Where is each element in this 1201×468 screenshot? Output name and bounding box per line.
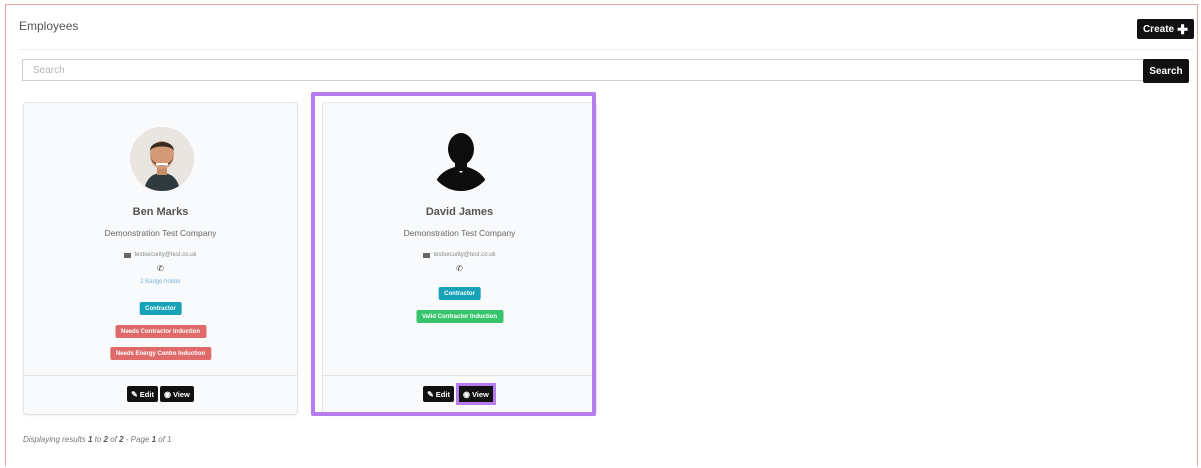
avatar [130,127,194,191]
view-button-label: View [471,389,489,399]
results-total: 2 [119,435,124,444]
edit-button[interactable]: ✎ Edit [127,386,158,402]
card-divider [24,375,297,376]
pagination-summary: Displaying results 1 to 2 of 2 - Page 1 … [23,435,172,444]
edit-button[interactable]: ✎ Edit [423,386,454,402]
employee-card: Ben Marks Demonstration Test Company tes… [23,102,298,415]
avatar-photo-icon [130,127,194,191]
view-button[interactable]: ◉ View [458,386,493,402]
email-row: testsecurity@test.co.uk [323,252,596,258]
envelope-icon [423,252,431,258]
results-page: 1 [151,435,157,444]
edit-button-label: Edit [435,389,450,399]
employee-company: Demonstration Test Company [104,228,217,238]
status-badge: Valid Contractor Induction [415,310,504,323]
status-badge: Needs Energy Centre Induction [109,347,212,360]
email-row: testsecurity@test.co.uk [24,252,297,258]
edit-icon: ✎ [427,389,434,399]
employee-email[interactable]: testsecurity@test.co.uk [433,252,495,258]
results-prefix: Displaying results [23,435,86,444]
status-badge: Needs Contractor Induction [114,325,207,338]
header-divider [19,49,1193,50]
eye-icon: ◉ [462,389,470,399]
user-silhouette-icon [433,133,489,191]
view-button-label: View [172,389,190,399]
results-to: 2 [103,435,108,444]
search-input[interactable] [22,59,1144,81]
status-badge: Contractor [139,302,182,315]
view-button-highlight: ◉ View [455,383,496,405]
search-button[interactable]: Search [1143,59,1189,83]
edit-button-label: Edit [139,389,154,399]
create-button[interactable]: Create ✚ [1136,19,1194,39]
avatar [429,127,493,191]
employee-name: Ben Marks [132,206,189,218]
employee-name: David James [425,206,494,218]
phone-icon: ✆ [157,264,164,273]
employee-card: David James Demonstration Test Company t… [322,102,597,415]
card-actions: ✎ Edit ◉ View [24,386,297,402]
badge-holder-link[interactable]: 2 Badge holder [24,279,297,285]
employee-email[interactable]: testsecurity@test.co.uk [134,252,196,258]
status-badge: Contractor [438,287,481,300]
eye-icon: ◉ [163,389,171,399]
employees-panel: Employees Create ✚ Search Ben Marks Demo… [5,4,1198,466]
card-divider [323,375,596,376]
results-pages: 1 [167,435,172,444]
plus-icon: ✚ [1177,21,1188,37]
panel-title: Employees [19,19,79,33]
envelope-icon [124,252,132,258]
card-actions: ✎ Edit ◉ View [323,383,596,405]
edit-icon: ✎ [131,389,138,399]
create-button-label: Create [1142,23,1175,35]
view-button[interactable]: ◉ View [159,386,194,402]
results-from: 1 [87,435,93,444]
employee-company: Demonstration Test Company [403,228,516,238]
phone-icon: ✆ [456,264,463,273]
